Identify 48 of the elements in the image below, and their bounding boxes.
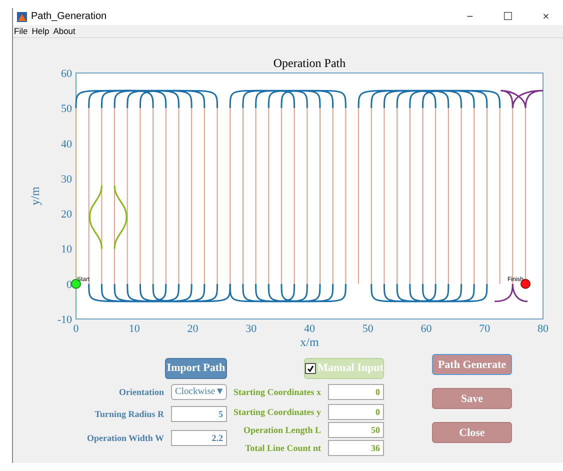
y-axis-label: y/m — [28, 186, 42, 206]
input-field[interactable]: 50 — [328, 422, 384, 438]
axis-tick-label: 0 — [66, 278, 72, 291]
axis-tick-label: 60 — [420, 323, 432, 335]
axis-tick-label: -10 — [57, 314, 72, 326]
axis-tick-label: 10 — [61, 244, 72, 256]
input-field[interactable]: 0 — [328, 404, 384, 420]
input-field[interactable]: 36 — [328, 440, 384, 456]
axis-tick-label: 50 — [61, 103, 72, 116]
field-label: Operation Length L — [243, 425, 321, 435]
minimize-button[interactable]: − — [453, 10, 487, 22]
axis-tick-label: 0 — [73, 323, 79, 335]
menu-item[interactable]: About — [53, 25, 76, 37]
orientation-dropdown[interactable]: Clockwise▼ — [171, 384, 227, 400]
import-path-button[interactable]: Import Path — [165, 358, 227, 378]
axis-tick-label: 80 — [538, 323, 548, 335]
field-label: Orientation — [119, 387, 164, 397]
path-generate-button[interactable]: Path Generate — [432, 354, 512, 375]
axis-tick-label: 40 — [61, 138, 72, 150]
window-title: Path_Generation — [31, 11, 108, 22]
axis-tick-label: 30 — [61, 173, 72, 186]
field-label: Total Line Count nt — [245, 443, 321, 453]
obstacle-bypass-drawing — [88, 184, 128, 250]
axis-tick-label: 60 — [61, 68, 72, 80]
field-label: Turning Radius R — [94, 409, 164, 419]
x-axis-label: x/m — [300, 335, 319, 346]
axis-tick-label: 10 — [128, 323, 140, 335]
input-field[interactable]: 0 — [328, 384, 384, 400]
axis-tick-label: 20 — [187, 323, 198, 335]
field-label: Starting Coordinates x — [234, 387, 321, 397]
menu-item[interactable]: File — [14, 25, 28, 37]
axis-tick-label: 40 — [304, 323, 315, 335]
close-dialog-button[interactable]: Close — [432, 422, 512, 443]
axis-tick-label: 20 — [61, 208, 72, 221]
input-field[interactable]: 5 — [171, 406, 227, 422]
close-button[interactable]: × — [529, 10, 563, 22]
chart-title: Operation Path — [273, 56, 346, 70]
field-label: Starting Coordinates y — [234, 407, 321, 417]
checkbox[interactable] — [304, 362, 316, 374]
maximize-button[interactable]: ☐ — [491, 10, 525, 23]
axis-tick-label: 50 — [362, 323, 374, 335]
save-button[interactable]: Save — [432, 388, 512, 409]
axis-tick-label: 30 — [246, 323, 257, 335]
input-field[interactable]: 2.2 — [171, 430, 227, 446]
axis-tick-label: 70 — [479, 323, 490, 335]
field-label: Operation Width W — [86, 433, 164, 443]
app-icon — [17, 12, 27, 22]
menu-item[interactable]: Help — [32, 25, 50, 37]
